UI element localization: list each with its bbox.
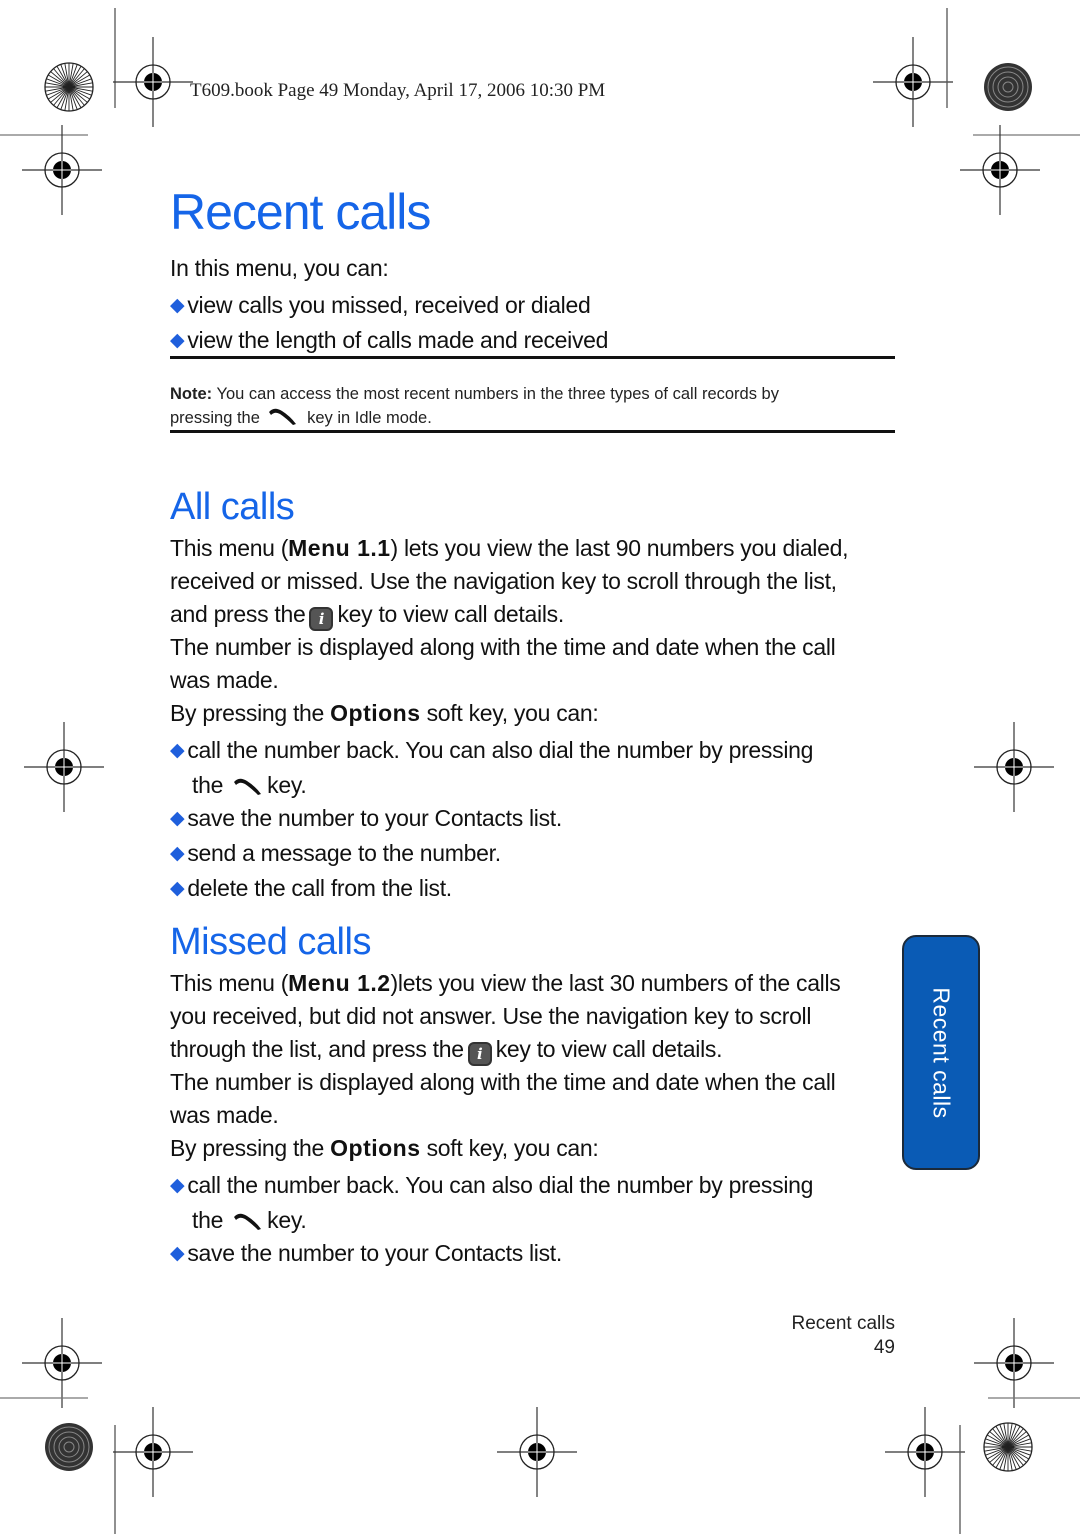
note-label: Note: bbox=[170, 385, 213, 403]
phone-send-key-icon bbox=[234, 1213, 262, 1230]
crosshair-mark bbox=[959, 124, 1041, 216]
note-top-rule bbox=[170, 356, 895, 359]
option-bullet: ◆ call the number back. You can also dial… bbox=[170, 737, 814, 763]
crosshair-mark bbox=[496, 1406, 578, 1498]
option-bullet-cont: the key. bbox=[192, 1207, 307, 1233]
note-bottom-rule bbox=[170, 430, 895, 433]
footer-section-name: Recent calls bbox=[791, 1313, 896, 1334]
intro-bullet: ◆ view the length of calls made and recei… bbox=[170, 327, 609, 353]
rings-mark bbox=[983, 62, 1033, 112]
paragraph-line: was made. bbox=[170, 667, 279, 693]
menu-ref: Menu 1.1 bbox=[288, 535, 391, 561]
diamond-bullet-icon: ◆ bbox=[170, 808, 185, 829]
crosshair-mark bbox=[872, 36, 954, 128]
paragraph-line: received or missed. Use the navigation k… bbox=[170, 568, 837, 594]
diamond-bullet-icon: ◆ bbox=[170, 1243, 185, 1264]
section-title: All calls bbox=[170, 486, 295, 528]
page-footer: Recent calls 49 bbox=[792, 1312, 896, 1360]
phone-send-key-icon bbox=[234, 778, 262, 795]
option-bullet: ◆ call the number back. You can also dial… bbox=[170, 1172, 814, 1198]
diamond-bullet-icon: ◆ bbox=[170, 295, 185, 316]
option-bullet: ◆ delete the call from the list. bbox=[170, 875, 452, 901]
section-title: Missed calls bbox=[170, 921, 371, 963]
note-box: Note: You can access the most recent num… bbox=[170, 385, 779, 427]
crosshair-mark bbox=[973, 721, 1055, 813]
diamond-bullet-icon: ◆ bbox=[170, 1175, 185, 1196]
side-tab-label: Recent calls bbox=[928, 986, 955, 1119]
paragraph-line: was made. bbox=[170, 1102, 279, 1128]
diamond-bullet-icon: ◆ bbox=[170, 843, 185, 864]
paragraph-line: The number is displayed along with the t… bbox=[170, 634, 836, 660]
option-bullet: ◆ send a message to the number. bbox=[170, 840, 501, 866]
paragraph-line: and press the i key to view call details. bbox=[170, 598, 848, 631]
options-key-label: Options bbox=[330, 1135, 421, 1161]
paragraph-line: This menu (Menu 1.2)lets you view the la… bbox=[170, 970, 841, 996]
options-line: By pressing the Options soft key, you ca… bbox=[170, 700, 599, 726]
page-title: Recent calls bbox=[170, 184, 431, 240]
paragraph-line: This menu (Menu 1.1) lets you view the l… bbox=[170, 535, 849, 561]
crosshair-mark bbox=[973, 1317, 1055, 1409]
options-line: By pressing the Options soft key, you ca… bbox=[170, 1135, 599, 1161]
rings-mark bbox=[44, 1422, 94, 1472]
option-bullet: ◆ save the number to your Contacts list. bbox=[170, 805, 562, 831]
options-key-label: Options bbox=[330, 700, 421, 726]
diamond-bullet-icon: ◆ bbox=[170, 878, 185, 899]
missed-calls-section: Missed calls This menu (Menu 1.2)lets yo… bbox=[170, 918, 841, 1272]
option-bullet-cont: the key. bbox=[192, 772, 307, 798]
intro-section: In this menu, you can: ◆ view calls you m… bbox=[170, 252, 608, 359]
chapter-side-tab: Recent calls bbox=[902, 935, 980, 1170]
all-calls-section: All calls This menu (Menu 1.1) lets you … bbox=[170, 483, 849, 907]
paragraph-line: through the list, and press the i key to v… bbox=[170, 1033, 841, 1066]
paragraph-line: you received, but did not answer. Use th… bbox=[170, 1003, 812, 1029]
print-header: T609.book Page 49 Monday, April 17, 2006… bbox=[190, 80, 606, 101]
intro-bullet: ◆ view calls you missed, received or dial… bbox=[170, 292, 591, 318]
crosshair-mark bbox=[21, 124, 103, 216]
diamond-bullet-icon: ◆ bbox=[170, 740, 185, 761]
crosshair-mark bbox=[112, 1406, 194, 1498]
phone-send-key-icon bbox=[269, 408, 297, 425]
crosshair-mark bbox=[23, 721, 105, 813]
option-bullet: ◆ save the number to your Contacts list. bbox=[170, 1240, 562, 1266]
crosshair-mark bbox=[884, 1406, 966, 1498]
starburst-mark bbox=[44, 62, 94, 112]
menu-ref: Menu 1.2 bbox=[288, 970, 391, 996]
crosshair-mark bbox=[112, 36, 194, 128]
info-key-icon: i bbox=[467, 1042, 492, 1066]
page-number: 49 bbox=[873, 1337, 895, 1358]
intro-lead: In this menu, you can: bbox=[170, 255, 389, 281]
info-key-icon: i bbox=[309, 607, 334, 631]
diamond-bullet-icon: ◆ bbox=[170, 330, 185, 351]
crosshair-mark bbox=[21, 1317, 103, 1409]
paragraph-line: The number is displayed along with the t… bbox=[170, 1069, 836, 1095]
starburst-mark bbox=[983, 1422, 1033, 1472]
